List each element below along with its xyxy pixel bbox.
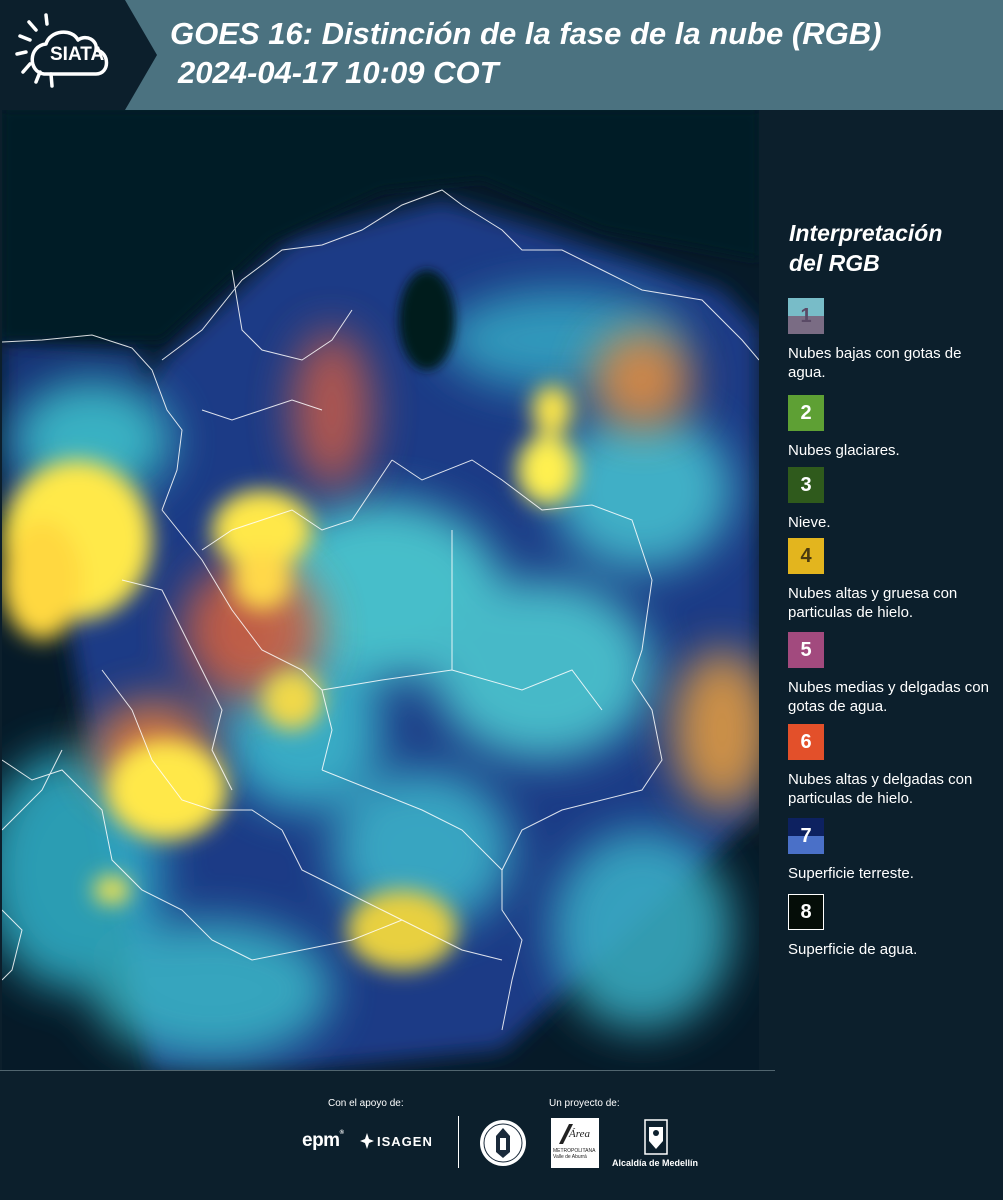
project-label: Un proyecto de: <box>549 1098 620 1109</box>
legend-swatch-8: 8 <box>788 894 824 930</box>
legend-item-7: 7 Superficie terreste. <box>788 818 998 883</box>
footer: Con el apoyo de: Un proyecto de: epm® IS… <box>0 1070 1003 1200</box>
page-title: GOES 16: Distinción de la fase de la nub… <box>170 16 882 51</box>
legend-item-4: 4 Nubes altas y gruesa con particulas de… <box>788 538 998 622</box>
siata-seal-icon <box>480 1120 526 1166</box>
legend-item-2: 2 Nubes glaciares. <box>788 395 998 460</box>
registered-mark-icon: ® <box>339 1130 344 1136</box>
legend-swatch-3: 3 <box>788 467 824 503</box>
legend-label-7: Superficie terreste. <box>788 865 914 882</box>
legend-label-5: Nubes medias y delgadas con gotas de agu… <box>788 679 989 715</box>
legend-item-1: 1 Nubes bajas con gotas de agua. <box>788 298 998 382</box>
epm-logo-text: epm <box>302 1130 340 1151</box>
alcaldia-logo-text: Alcaldía de Medellín <box>612 1158 699 1168</box>
legend-item-8: 8 Superficie de agua. <box>788 894 998 959</box>
legend-title: Interpretación del RGB <box>789 218 989 278</box>
siata-logo-text: SIATA <box>50 44 105 65</box>
header-bar: SIATA GOES 16: Distinción de la fase de … <box>0 0 1003 110</box>
isagen-logo-text: ISAGEN <box>377 1133 433 1149</box>
satellite-image <box>2 110 759 1070</box>
footer-vertical-divider <box>458 1116 459 1168</box>
legend-panel: Interpretación del RGB 1 Nubes bajas con… <box>760 110 1003 1070</box>
isagen-logo: ISAGEN <box>360 1133 433 1149</box>
legend-label-3: Nieve. <box>788 514 831 531</box>
page-timestamp: 2024-04-17 10:09 COT <box>178 55 499 90</box>
legend-swatch-7: 7 <box>788 818 824 854</box>
legend-swatch-2: 2 <box>788 395 824 431</box>
footer-divider-line <box>0 1070 775 1071</box>
satellite-map[interactable] <box>2 110 759 1070</box>
area-metropolitana-caption: METROPOLITANA Valle de Aburrá <box>553 1148 596 1160</box>
isagen-mark-icon <box>360 1133 374 1149</box>
area-metropolitana-logo-text: Área <box>569 1128 590 1140</box>
legend-swatch-1: 1 <box>788 298 824 334</box>
legend-title-line1: Interpretación <box>789 220 943 246</box>
legend-item-3: 3 Nieve. <box>788 467 998 532</box>
legend-swatch-5: 5 <box>788 632 824 668</box>
legend-item-5: 5 Nubes medias y delgadas con gotas de a… <box>788 632 998 716</box>
logo-block: SIATA <box>0 0 125 110</box>
legend-label-2: Nubes glaciares. <box>788 442 900 459</box>
legend-item-6: 6 Nubes altas y delgadas con particulas … <box>788 724 998 808</box>
legend-label-1: Nubes bajas con gotas de agua. <box>788 345 962 381</box>
area-metropolitana-logo: Área METROPOLITANA Valle de Aburrá <box>551 1118 599 1168</box>
legend-title-line2: del RGB <box>789 250 880 276</box>
alcaldia-shield-icon <box>644 1119 668 1155</box>
legend-swatch-6: 6 <box>788 724 824 760</box>
legend-label-6: Nubes altas y delgadas con particulas de… <box>788 771 973 807</box>
legend-label-8: Superficie de agua. <box>788 941 918 958</box>
logo-arrow <box>125 0 157 110</box>
legend-swatch-4: 4 <box>788 538 824 574</box>
legend-label-4: Nubes altas y gruesa con particulas de h… <box>788 585 958 621</box>
epm-logo: epm® <box>302 1130 344 1152</box>
support-label: Con el apoyo de: <box>328 1098 404 1109</box>
